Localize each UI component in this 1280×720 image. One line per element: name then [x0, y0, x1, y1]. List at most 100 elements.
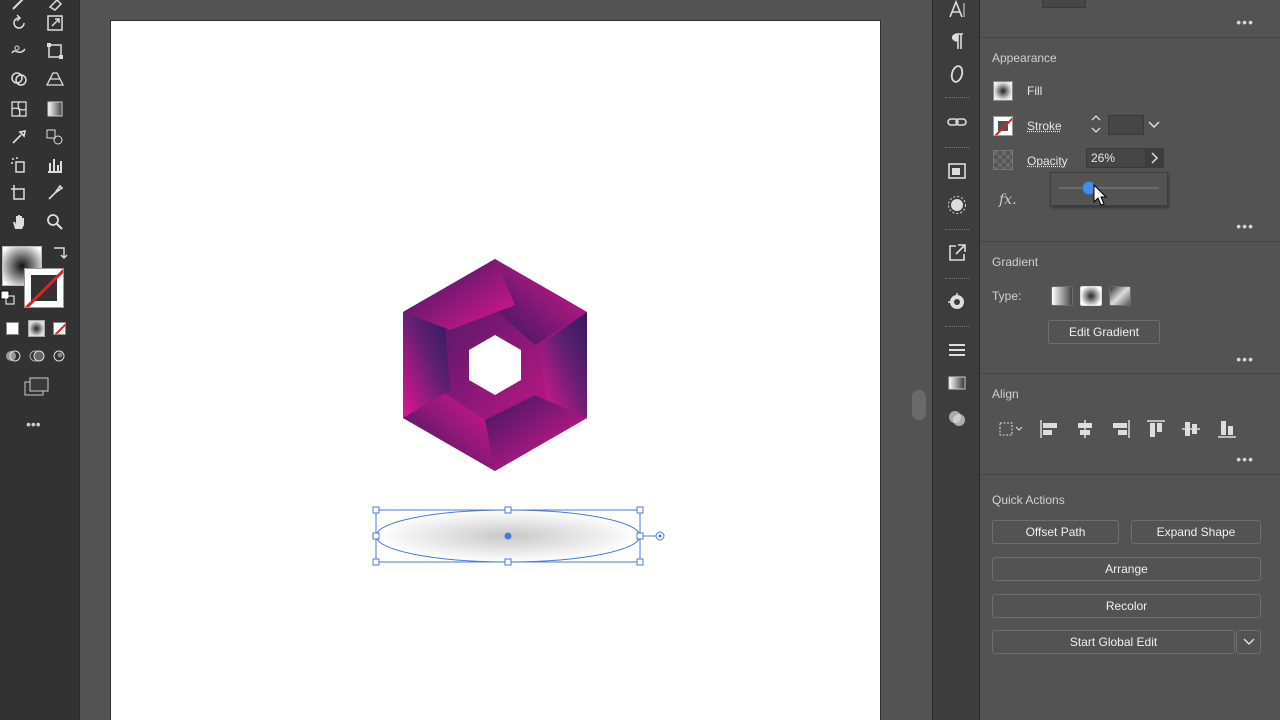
character-panel-icon[interactable]: [943, 0, 971, 24]
opentype-panel-icon[interactable]: [943, 60, 971, 88]
appearance-more-button[interactable]: •••: [1236, 218, 1254, 234]
align-more-button[interactable]: •••: [1236, 451, 1254, 467]
hexagon-logo: [403, 259, 587, 471]
paragraph-panel-icon[interactable]: [943, 27, 971, 55]
opacity-slider-toggle[interactable]: [1146, 148, 1164, 168]
gradient-tool-icon[interactable]: [42, 96, 68, 122]
gradient-type-label: Type:: [992, 289, 1022, 303]
expand-shape-button[interactable]: Expand Shape: [1131, 520, 1261, 544]
align-to-dropdown-icon[interactable]: [997, 418, 1025, 440]
fx-icon[interactable]: fx.: [999, 192, 1017, 208]
opacity-slider-track[interactable]: [1059, 187, 1159, 189]
free-transform-tool-icon[interactable]: [42, 38, 68, 64]
chevron-right-icon: [1151, 152, 1159, 164]
gradient-title: Gradient: [992, 255, 1039, 269]
dock-grip[interactable]: [945, 278, 969, 281]
mouse-cursor-icon: [1093, 184, 1108, 206]
opacity-icon: [993, 150, 1013, 170]
chevron-down-icon: [1242, 638, 1255, 646]
edit-toolbar-more[interactable]: •••: [26, 416, 41, 432]
mesh-tool-icon[interactable]: [6, 96, 32, 122]
gradient-more-button[interactable]: •••: [1236, 351, 1254, 367]
warp-tool-icon[interactable]: [6, 38, 32, 64]
start-global-edit-button[interactable]: Start Global Edit: [992, 630, 1235, 654]
symbol-sprayer-tool-icon[interactable]: [6, 152, 32, 178]
draw-behind-icon[interactable]: [28, 347, 46, 365]
shape-builder-tool-icon[interactable]: [6, 66, 32, 92]
opacity-slider-popup: [1050, 172, 1168, 206]
appearance-title: Appearance: [992, 51, 1057, 65]
dock-grip[interactable]: [945, 326, 969, 329]
scale-tool-icon[interactable]: [42, 10, 68, 36]
stroke-weight-field[interactable]: [1108, 115, 1144, 135]
align-title: Align: [992, 387, 1019, 401]
eyedropper-tool-icon[interactable]: [6, 124, 32, 150]
freeform-gradient-button[interactable]: [1109, 286, 1131, 306]
chevron-down-icon: [1148, 121, 1160, 129]
divider: [980, 37, 1280, 38]
swap-fill-stroke-icon[interactable]: [50, 242, 70, 262]
quick-actions-title: Quick Actions: [992, 493, 1065, 507]
tools-panel: •••: [0, 0, 80, 720]
none-mode-button[interactable]: [53, 322, 66, 335]
opacity-label[interactable]: Opacity: [1027, 154, 1068, 168]
stroke-label[interactable]: Stroke: [1027, 119, 1062, 133]
stroke-swatch[interactable]: [24, 268, 64, 308]
draw-normal-icon[interactable]: [4, 347, 22, 365]
global-edit-options-button[interactable]: [1236, 630, 1261, 654]
align-right-icon[interactable]: [1110, 418, 1132, 440]
stroke-weight-dropdown[interactable]: [1144, 115, 1164, 135]
align-bottom-icon[interactable]: [1216, 418, 1238, 440]
gradient-mode-button[interactable]: [28, 320, 45, 337]
stroke-color-swatch[interactable]: [993, 116, 1013, 136]
default-fill-stroke-icon[interactable]: [0, 290, 16, 306]
asset-export-panel-icon[interactable]: [943, 191, 971, 219]
transform-more-button[interactable]: •••: [1236, 14, 1254, 30]
draw-inside-icon[interactable]: [50, 347, 68, 365]
blend-tool-icon[interactable]: [42, 124, 68, 150]
screen-mode-icon[interactable]: [22, 376, 52, 400]
linear-gradient-button[interactable]: [1051, 286, 1073, 306]
hand-tool-icon[interactable]: [6, 209, 32, 235]
align-top-icon[interactable]: [1145, 418, 1167, 440]
vertical-scrollbar-thumb[interactable]: [912, 390, 926, 420]
zoom-tool-icon[interactable]: [42, 209, 68, 235]
align-left-icon[interactable]: [1038, 418, 1060, 440]
color-mode-button[interactable]: [6, 322, 19, 335]
transparency-panel-icon[interactable]: [943, 404, 971, 432]
export-panel-icon[interactable]: [943, 239, 971, 267]
divider: [980, 373, 1280, 374]
artboard-tool-icon[interactable]: [6, 180, 32, 206]
artwork: [372, 259, 665, 566]
divider: [980, 474, 1280, 475]
pen-tool-icon[interactable]: [42, 180, 68, 206]
align-vertical-center-icon[interactable]: [1180, 418, 1202, 440]
perspective-grid-tool-icon[interactable]: [42, 66, 68, 92]
recolor-button[interactable]: Recolor: [992, 594, 1261, 618]
gradient-panel-icon[interactable]: [943, 369, 971, 397]
canvas-area[interactable]: [80, 0, 930, 720]
rotate-tool-icon[interactable]: [6, 10, 32, 36]
align-horizontal-center-icon[interactable]: [1074, 418, 1096, 440]
fill-label: Fill: [1027, 84, 1043, 98]
column-graph-tool-icon[interactable]: [42, 152, 68, 178]
dock-grip[interactable]: [945, 229, 969, 232]
divider: [980, 241, 1280, 242]
dock-grip[interactable]: [945, 147, 969, 150]
panel-dock: [932, 0, 980, 720]
libraries-panel-icon[interactable]: [943, 157, 971, 185]
offset-path-button[interactable]: Offset Path: [992, 520, 1119, 544]
artboard[interactable]: [110, 20, 881, 720]
opacity-field[interactable]: 26%: [1086, 148, 1146, 168]
edit-gradient-button[interactable]: Edit Gradient: [1048, 320, 1160, 344]
color-guide-panel-icon[interactable]: [943, 288, 971, 316]
links-panel-icon[interactable]: [943, 108, 971, 136]
top-value-field[interactable]: [1042, 0, 1086, 8]
illustrator-window: ••• ••• Appearance Fill Stroke Opacity 2…: [0, 0, 1280, 720]
radial-gradient-button[interactable]: [1080, 286, 1102, 306]
arrange-button[interactable]: Arrange: [992, 557, 1261, 581]
stroke-weight-stepper[interactable]: [1089, 112, 1103, 136]
stroke-panel-icon[interactable]: [943, 336, 971, 364]
fill-color-swatch[interactable]: [993, 81, 1013, 101]
dock-grip[interactable]: [945, 97, 969, 100]
